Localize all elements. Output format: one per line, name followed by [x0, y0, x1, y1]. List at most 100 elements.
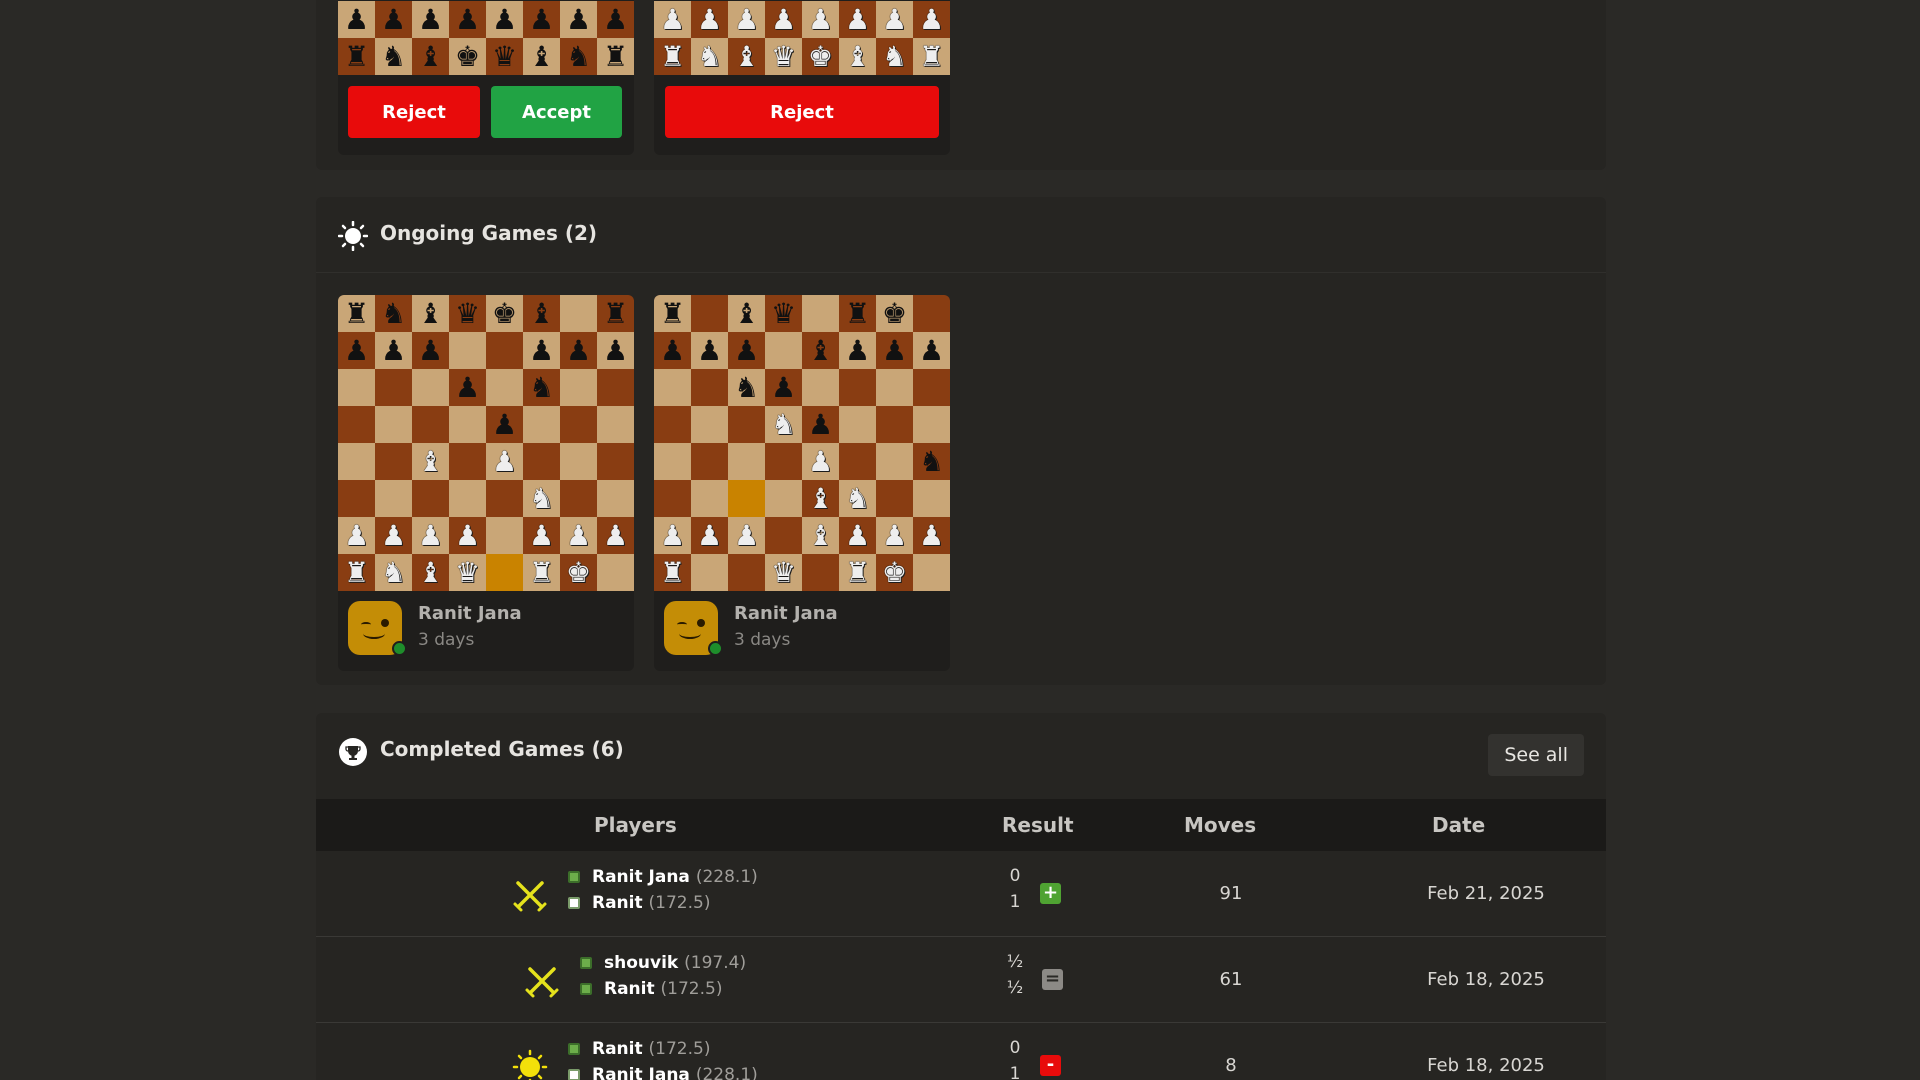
board-square[interactable]: ♟ — [839, 332, 876, 369]
board-square[interactable] — [913, 295, 950, 332]
black-pawn-icon[interactable]: ♟ — [344, 336, 369, 365]
board-square[interactable]: ♞ — [839, 480, 876, 517]
see-all-button[interactable]: See all — [1488, 734, 1584, 776]
black-pawn-icon[interactable]: ♟ — [381, 5, 406, 34]
black-pawn-icon[interactable]: ♟ — [697, 336, 722, 365]
board-square[interactable]: ♞ — [375, 38, 412, 75]
board-square[interactable]: ♜ — [338, 295, 375, 332]
board-square[interactable]: ♟ — [913, 517, 950, 554]
board-square[interactable]: ♚ — [486, 295, 523, 332]
white-pawn-icon[interactable]: ♟ — [808, 447, 833, 476]
board-square[interactable] — [449, 406, 486, 443]
board-square[interactable]: ♛ — [449, 554, 486, 591]
board-square[interactable]: ♜ — [597, 295, 634, 332]
black-pawn-icon[interactable]: ♟ — [845, 336, 870, 365]
board-square[interactable]: ♟ — [765, 1, 802, 38]
white-bishop-icon[interactable]: ♝ — [808, 484, 833, 513]
black-pawn-icon[interactable]: ♟ — [566, 336, 591, 365]
black-pawn-icon[interactable]: ♟ — [734, 336, 759, 365]
board-square[interactable] — [560, 443, 597, 480]
board-square[interactable]: ♟ — [728, 517, 765, 554]
black-pawn-icon[interactable]: ♟ — [919, 336, 944, 365]
reject-button[interactable]: Reject — [348, 86, 480, 138]
board-square[interactable]: ♟ — [449, 369, 486, 406]
black-bishop-icon[interactable]: ♝ — [808, 336, 833, 365]
white-pawn-icon[interactable]: ♟ — [529, 521, 554, 550]
board-square[interactable] — [876, 406, 913, 443]
board-square[interactable] — [913, 369, 950, 406]
black-pawn-icon[interactable]: ♟ — [660, 336, 685, 365]
board-square[interactable]: ♟ — [691, 517, 728, 554]
column-moves[interactable]: Moves — [1184, 813, 1256, 837]
board-square[interactable] — [691, 406, 728, 443]
board-square[interactable]: ♞ — [523, 369, 560, 406]
board-square[interactable]: ♝ — [839, 38, 876, 75]
board-square[interactable] — [338, 480, 375, 517]
board-square[interactable]: ♜ — [654, 554, 691, 591]
black-pawn-icon[interactable]: ♟ — [418, 336, 443, 365]
board-square[interactable] — [691, 443, 728, 480]
white-bishop-icon[interactable]: ♝ — [418, 558, 443, 587]
player-row[interactable]: Ranit (172.5) — [568, 893, 710, 913]
black-pawn-icon[interactable]: ♟ — [344, 5, 369, 34]
white-pawn-icon[interactable]: ♟ — [492, 447, 517, 476]
challenge-board[interactable]: ♟ ♟ ♟ ♟ ♟ ♟ ♟ ♟ ♜ ♞ ♝ ♛ ♚ ♝ ♞ ♜ — [654, 0, 950, 75]
white-knight-icon[interactable]: ♞ — [771, 410, 796, 439]
board-square[interactable]: ♟ — [654, 332, 691, 369]
white-rook-icon[interactable]: ♜ — [344, 558, 369, 587]
ongoing-game-card[interactable]: ♜ ♞ ♝ ♛ ♚ ♝ ♜ ♟ ♟ ♟ ♟ ♟ ♟ ♟ ♞ ♟ ♝ ♟ ♞ ♟ ♟ ♟ ♟ ♟ ♟ ♟ ♜ ♞ ♝ ♛ ♜ ♚ Ranit J… — [338, 295, 634, 671]
board-square[interactable]: ♟ — [913, 332, 950, 369]
board-square[interactable]: ♟ — [560, 517, 597, 554]
board-square[interactable] — [765, 480, 802, 517]
table-row[interactable]: shouvik (197.4) Ranit (172.5) ½ ½ = 61 F… — [316, 937, 1606, 1023]
opponent-name[interactable]: Ranit Jana — [734, 603, 838, 624]
game-board[interactable]: ♜ ♞ ♝ ♛ ♚ ♝ ♜ ♟ ♟ ♟ ♟ ♟ ♟ ♟ ♞ ♟ ♝ ♟ ♞ ♟ ♟ ♟ ♟ ♟ ♟ ♟ ♜ ♞ ♝ ♛ ♜ ♚ — [338, 295, 634, 591]
board-square[interactable]: ♟ — [876, 332, 913, 369]
board-square[interactable] — [728, 406, 765, 443]
black-pawn-icon[interactable]: ♟ — [566, 5, 591, 34]
board-square[interactable] — [560, 295, 597, 332]
board-square[interactable]: ♟ — [765, 369, 802, 406]
board-square[interactable] — [802, 295, 839, 332]
board-square[interactable]: ♟ — [691, 1, 728, 38]
board-square[interactable] — [486, 517, 523, 554]
board-square[interactable] — [691, 480, 728, 517]
black-king-icon[interactable]: ♚ — [492, 299, 517, 328]
white-knight-icon[interactable]: ♞ — [697, 42, 722, 71]
white-pawn-icon[interactable]: ♟ — [603, 521, 628, 550]
black-knight-icon[interactable]: ♞ — [734, 373, 759, 402]
white-pawn-icon[interactable]: ♟ — [734, 5, 759, 34]
board-square[interactable]: ♟ — [449, 1, 486, 38]
reject-button[interactable]: Reject — [665, 86, 939, 138]
board-square[interactable]: ♛ — [765, 295, 802, 332]
white-queen-icon[interactable]: ♛ — [771, 558, 796, 587]
board-square[interactable] — [523, 443, 560, 480]
board-square[interactable] — [802, 369, 839, 406]
white-knight-icon[interactable]: ♞ — [882, 42, 907, 71]
white-queen-icon[interactable]: ♛ — [771, 42, 796, 71]
board-square[interactable] — [486, 369, 523, 406]
board-square[interactable]: ♞ — [523, 480, 560, 517]
column-date[interactable]: Date — [1432, 813, 1485, 837]
board-square[interactable]: ♟ — [523, 332, 560, 369]
black-queen-icon[interactable]: ♛ — [492, 42, 517, 71]
white-queen-icon[interactable]: ♛ — [455, 558, 480, 587]
board-square[interactable]: ♞ — [765, 406, 802, 443]
board-square[interactable]: ♜ — [523, 554, 560, 591]
white-pawn-icon[interactable]: ♟ — [845, 5, 870, 34]
ongoing-game-card[interactable]: ♜ ♝ ♛ ♜ ♚ ♟ ♟ ♟ ♝ ♟ ♟ ♟ ♞ ♟ ♞ ♟ ♟ ♞ ♝ ♞ ♟ ♟ ♟ ♝ ♟ ♟ ♟ ♜ ♛ ♜ ♚ Ranit Ja… — [654, 295, 950, 671]
black-pawn-icon[interactable]: ♟ — [529, 5, 554, 34]
board-square[interactable]: ♟ — [412, 517, 449, 554]
board-square[interactable]: ♟ — [486, 443, 523, 480]
black-rook-icon[interactable]: ♜ — [344, 299, 369, 328]
board-square[interactable] — [597, 554, 634, 591]
board-square[interactable]: ♝ — [412, 295, 449, 332]
board-square[interactable] — [597, 406, 634, 443]
board-square[interactable]: ♜ — [839, 554, 876, 591]
black-knight-icon[interactable]: ♞ — [919, 447, 944, 476]
board-square[interactable]: ♟ — [412, 332, 449, 369]
black-king-icon[interactable]: ♚ — [455, 42, 480, 71]
white-pawn-icon[interactable]: ♟ — [771, 5, 796, 34]
black-rook-icon[interactable]: ♜ — [603, 299, 628, 328]
white-pawn-icon[interactable]: ♟ — [566, 521, 591, 550]
